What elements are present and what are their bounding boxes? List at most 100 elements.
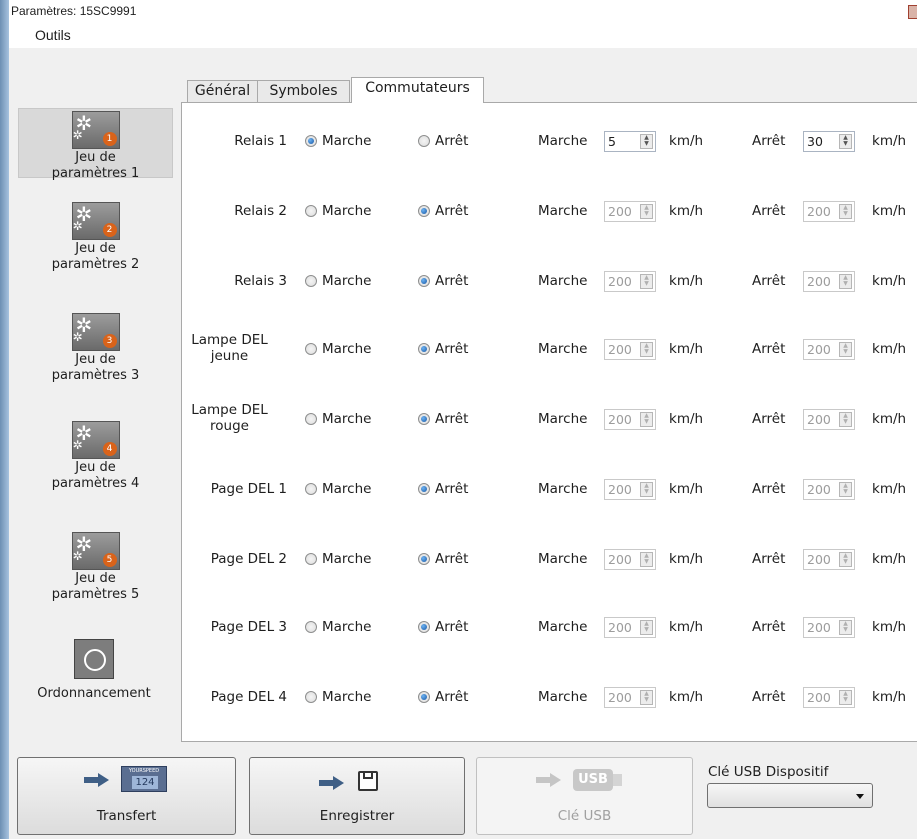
radio-on[interactable] (305, 205, 317, 217)
radio-on[interactable] (305, 621, 317, 633)
stepper-arrows-icon[interactable]: ▲ ▼ (640, 552, 653, 567)
off-speed-stepper[interactable]: 200 ▲ ▼ (803, 339, 855, 360)
stepper-arrows-icon[interactable]: ▲ ▼ (640, 690, 653, 705)
stepper-arrows-icon[interactable]: ▲ ▼ (640, 412, 653, 427)
on-speed-stepper[interactable]: 200 ▲ ▼ (604, 201, 656, 222)
on-speed-stepper[interactable]: 200 ▲ ▼ (604, 409, 656, 430)
title-bar: Paramètres: 15SC9991 (9, 0, 917, 24)
radio-on[interactable] (305, 343, 317, 355)
off-speed-stepper[interactable]: 200 ▲ ▼ (803, 479, 855, 500)
on-speed-value: 5 (608, 134, 616, 149)
off-speed-unit: km/h (872, 133, 907, 149)
off-speed-value: 200 (807, 204, 831, 219)
off-speed-unit: km/h (872, 481, 907, 497)
radio-off-label: Arrêt (435, 341, 469, 357)
off-speed-unit: km/h (872, 273, 907, 289)
on-speed-stepper[interactable]: 5 ▲ ▼ (604, 131, 656, 152)
on-speed-stepper[interactable]: 200 ▲ ▼ (604, 339, 656, 360)
on-speed-stepper[interactable]: 200 ▲ ▼ (604, 271, 656, 292)
stepper-arrows-icon[interactable]: ▲ ▼ (839, 690, 852, 705)
sidebar-item-paramset-1[interactable]: ✲ ✲ 1 Jeu de paramètres 1 (18, 108, 173, 181)
sidebar-item-paramset-5[interactable]: ✲ ✲ 5 Jeu de paramètres 5 (18, 530, 173, 602)
on-speed-value: 200 (608, 552, 632, 567)
radio-off[interactable] (418, 275, 430, 287)
stepper-arrows-icon[interactable]: ▲ ▼ (839, 482, 852, 497)
radio-on[interactable] (305, 275, 317, 287)
on-speed-unit: km/h (669, 689, 704, 705)
usb-icon: USB (573, 769, 613, 791)
radio-off[interactable] (418, 621, 430, 633)
usb-key-button[interactable]: USB Clé USB (476, 757, 693, 835)
stepper-arrows-icon[interactable]: ▲ ▼ (839, 274, 852, 289)
on-speed-unit: km/h (669, 551, 704, 567)
usb-device-select[interactable] (707, 783, 873, 808)
off-speed-stepper[interactable]: 30 ▲ ▼ (803, 131, 855, 152)
transfer-button[interactable]: YOURSPEED 124 Transfert (17, 757, 236, 835)
off-speed-value: 200 (807, 620, 831, 635)
stepper-arrows-icon[interactable]: ▲ ▼ (839, 342, 852, 357)
on-speed-label: Marche (538, 619, 588, 635)
on-speed-stepper[interactable]: 200 ▲ ▼ (604, 617, 656, 638)
on-speed-stepper[interactable]: 200 ▲ ▼ (604, 687, 656, 708)
stepper-arrows-icon[interactable]: ▲ ▼ (640, 620, 653, 635)
on-speed-stepper[interactable]: 200 ▲ ▼ (604, 479, 656, 500)
off-speed-value: 200 (807, 552, 831, 567)
stepper-arrows-icon[interactable]: ▲ ▼ (839, 134, 852, 149)
window-frame (0, 0, 9, 839)
close-icon[interactable] (908, 5, 917, 19)
sidebar-item-paramset-2[interactable]: ✲ ✲ 2 Jeu de paramètres 2 (18, 200, 173, 272)
stepper-arrows-icon[interactable]: ▲ ▼ (839, 620, 852, 635)
sidebar-item-paramset-3[interactable]: ✲ ✲ 3 Jeu de paramètres 3 (18, 311, 173, 383)
on-speed-value: 200 (608, 620, 632, 635)
usb-device-label: Clé USB Dispositif (708, 764, 829, 780)
menu-tools[interactable]: Outils (35, 24, 71, 46)
radio-off[interactable] (418, 691, 430, 703)
radio-on-label: Marche (322, 133, 372, 149)
radio-on[interactable] (305, 483, 317, 495)
sidebar-item-scheduling[interactable]: Ordonnancement (4, 635, 184, 705)
radio-off[interactable] (418, 205, 430, 217)
stepper-arrows-icon[interactable]: ▲ ▼ (640, 204, 653, 219)
tab-symbols[interactable]: Symboles (257, 80, 350, 102)
radio-off[interactable] (418, 135, 430, 147)
off-speed-stepper[interactable]: 200 ▲ ▼ (803, 271, 855, 292)
tab-switches[interactable]: Commutateurs (351, 77, 484, 103)
stepper-arrows-icon[interactable]: ▲ ▼ (640, 134, 653, 149)
stepper-arrows-icon[interactable]: ▲ ▼ (640, 482, 653, 497)
radio-on[interactable] (305, 691, 317, 703)
stepper-arrows-icon[interactable]: ▲ ▼ (839, 204, 852, 219)
stepper-arrows-icon[interactable]: ▲ ▼ (839, 552, 852, 567)
off-speed-unit: km/h (872, 411, 907, 427)
off-speed-stepper[interactable]: 200 ▲ ▼ (803, 409, 855, 430)
off-speed-label: Arrêt (752, 689, 786, 705)
radio-off[interactable] (418, 413, 430, 425)
off-speed-stepper[interactable]: 200 ▲ ▼ (803, 687, 855, 708)
sidebar-item-label: paramètres 2 (51, 257, 140, 272)
off-speed-stepper[interactable]: 200 ▲ ▼ (803, 617, 855, 638)
stepper-arrows-icon[interactable]: ▲ ▼ (839, 412, 852, 427)
radio-on[interactable] (305, 553, 317, 565)
switch-row-label-line: rouge (210, 418, 249, 434)
usb-plug-icon (613, 774, 622, 786)
radio-off[interactable] (418, 553, 430, 565)
off-speed-stepper[interactable]: 200 ▲ ▼ (803, 201, 855, 222)
radio-on[interactable] (305, 413, 317, 425)
on-speed-unit: km/h (669, 619, 704, 635)
tab-general[interactable]: Général (187, 80, 258, 102)
off-speed-stepper[interactable]: 200 ▲ ▼ (803, 549, 855, 570)
stepper-arrows-icon[interactable]: ▲ ▼ (640, 274, 653, 289)
gears-icon: ✲ ✲ 1 (71, 111, 120, 149)
stepper-arrows-icon[interactable]: ▲ ▼ (640, 342, 653, 357)
on-speed-stepper[interactable]: 200 ▲ ▼ (604, 549, 656, 570)
sidebar-item-paramset-4[interactable]: ✲ ✲ 4 Jeu de paramètres 4 (18, 419, 173, 491)
arrow-right-icon (84, 773, 110, 787)
sidebar-item-label: paramètres 4 (51, 476, 140, 491)
off-speed-unit: km/h (872, 689, 907, 705)
radio-on[interactable] (305, 135, 317, 147)
on-speed-label: Marche (538, 551, 588, 567)
on-speed-label: Marche (538, 341, 588, 357)
arrow-right-icon (319, 776, 345, 790)
save-button[interactable]: Enregistrer (249, 757, 465, 835)
radio-off[interactable] (418, 343, 430, 355)
radio-off[interactable] (418, 483, 430, 495)
